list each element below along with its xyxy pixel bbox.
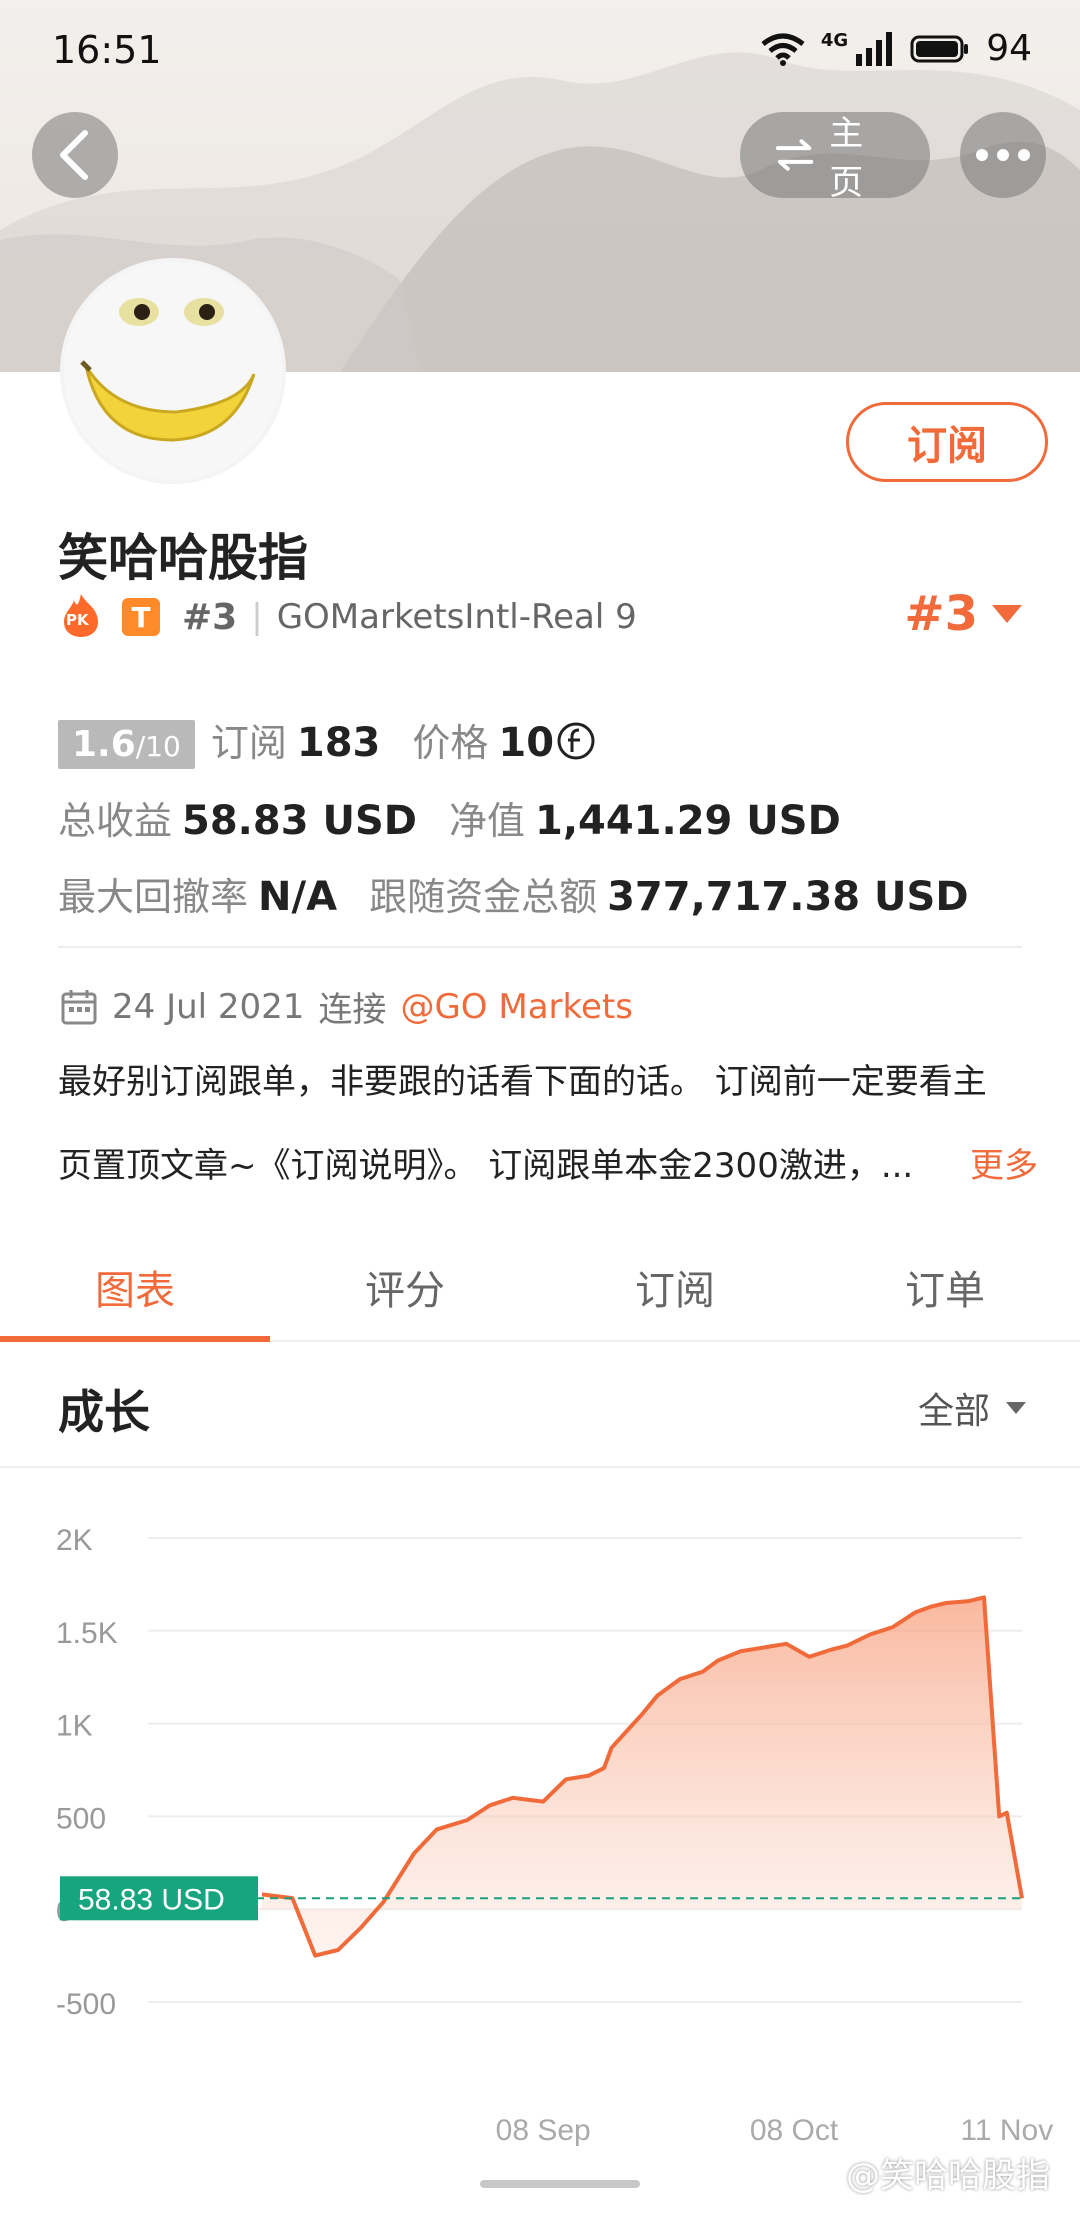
avatar[interactable]: [64, 262, 282, 480]
broker-name: GOMarketsIntl-Real 9: [276, 597, 637, 637]
score-total: /10: [135, 730, 181, 763]
y-tick-label: 1.5K: [56, 1617, 118, 1650]
score-badge: 1.6/10: [58, 720, 195, 769]
calendar-icon: [61, 989, 97, 1024]
price-label: 价格: [412, 721, 489, 765]
connect-label: 连接: [318, 990, 387, 1030]
tier-badge: T: [122, 598, 160, 636]
caret-down-icon: [1006, 1402, 1026, 1414]
tab-subscribe[interactable]: 订阅: [540, 1234, 810, 1340]
rank-big: #3: [904, 586, 978, 642]
wifi-icon: [761, 33, 805, 66]
broker-link[interactable]: @GO Markets: [400, 987, 633, 1027]
stats-row-3: 最大回撤率 N/A 跟随资金总额 377,717.38 USD: [58, 866, 969, 921]
section-title: 成长: [58, 1385, 150, 1439]
tab-chart[interactable]: 图表: [0, 1234, 270, 1342]
coin-icon: [557, 722, 595, 759]
subscribe-button[interactable]: 订阅: [846, 402, 1048, 482]
pk-fire-icon: PK: [60, 594, 102, 638]
battery-icon: [910, 35, 969, 62]
banana-smile-avatar-image: [64, 262, 282, 480]
total-profit-label: 总收益: [58, 799, 173, 843]
meta-divider: |: [251, 597, 263, 637]
pk-badge: PK: [66, 611, 89, 629]
growth-chart-svg: 2K1.5K1K5000-50058.83 USD08 Sep08 Oct11 …: [56, 1524, 1053, 2147]
follow-funds-label: 跟随资金总额: [369, 875, 598, 919]
y-tick-label: 1K: [56, 1710, 93, 1743]
x-tick-label: 08 Sep: [496, 2114, 591, 2147]
x-tick-label: 11 Nov: [960, 2114, 1053, 2147]
tab-orders[interactable]: 订单: [810, 1234, 1080, 1340]
divider: [58, 946, 1022, 948]
home-label: 主页: [829, 114, 864, 203]
more-horizontal-icon: [976, 149, 1030, 161]
description: 最好别订阅跟单，非要跟的话看下面的话。 订阅前一定要看主 页置顶文章~《订阅说明…: [58, 1040, 1048, 1208]
more-button[interactable]: [960, 112, 1046, 198]
connect-date: 24 Jul 2021: [112, 986, 305, 1027]
max-drawdown-label: 最大回撤率: [58, 875, 249, 919]
description-line-1: 最好别订阅跟单，非要跟的话看下面的话。 订阅前一定要看主: [58, 1062, 987, 1102]
subscribe-count-label: 订阅: [210, 721, 287, 765]
follow-funds-value: 377,717.38 USD: [607, 874, 969, 920]
home-button[interactable]: 主页: [740, 112, 930, 203]
profile-meta: PK T #3 | GOMarketsIntl-Real 9: [60, 594, 637, 638]
growth-chart[interactable]: 2K1.5K1K5000-50058.83 USD08 Sep08 Oct11 …: [0, 1466, 1080, 2168]
tab-rating[interactable]: 评分: [270, 1234, 540, 1340]
watermark: @笑哈哈股指: [846, 2156, 1050, 2196]
current-value-label: 58.83 USD: [78, 1883, 225, 1916]
status-time: 16:51: [52, 28, 162, 72]
status-bar: 16:51 4G 94: [0, 0, 1080, 110]
x-tick-label: 08 Oct: [750, 2114, 839, 2147]
network-type: 4G: [820, 30, 849, 51]
y-tick-label: 500: [56, 1802, 106, 1835]
equity-label: 净值: [448, 799, 525, 843]
y-tick-label: 2K: [56, 1524, 93, 1557]
subscribe-count: 183: [296, 720, 381, 766]
more-link[interactable]: 更多: [970, 1124, 1038, 1208]
rank-dropdown[interactable]: #3: [904, 586, 1024, 642]
growth-area: [262, 1597, 1022, 1956]
rank-small: #3: [182, 596, 238, 638]
back-button[interactable]: [32, 112, 118, 198]
swap-icon: [775, 139, 814, 171]
description-line-2: 页置顶文章~《订阅说明》。 订阅跟单本金2300激进，...: [58, 1146, 914, 1186]
battery-level: 94: [986, 28, 1032, 69]
home-indicator[interactable]: [480, 2180, 640, 2188]
score-value: 1.6: [72, 724, 136, 765]
equity-value: 1,441.29 USD: [534, 798, 841, 844]
signal-icon: [856, 31, 893, 66]
profile-name: 笑哈哈股指: [58, 529, 308, 587]
range-filter[interactable]: 全部: [918, 1382, 1028, 1434]
chevron-left-icon: [60, 130, 88, 180]
connect-row: 24 Jul 2021 连接 @GO Markets: [60, 982, 633, 1031]
status-icons: 4G 94: [761, 28, 1032, 69]
max-drawdown-value: N/A: [258, 874, 338, 920]
stats-row-2: 总收益 58.83 USD 净值 1,441.29 USD: [58, 790, 841, 845]
price-value: 10: [498, 720, 555, 766]
range-filter-label: 全部: [917, 1391, 990, 1432]
y-tick-label: -500: [56, 1988, 116, 2021]
tab-bar: 图表 评分 订阅 订单: [0, 1234, 1080, 1342]
stats-row-1: 1.6/10 订阅 183 价格 10: [58, 712, 596, 769]
caret-down-icon: [992, 605, 1022, 623]
total-profit-value: 58.83 USD: [182, 798, 417, 844]
